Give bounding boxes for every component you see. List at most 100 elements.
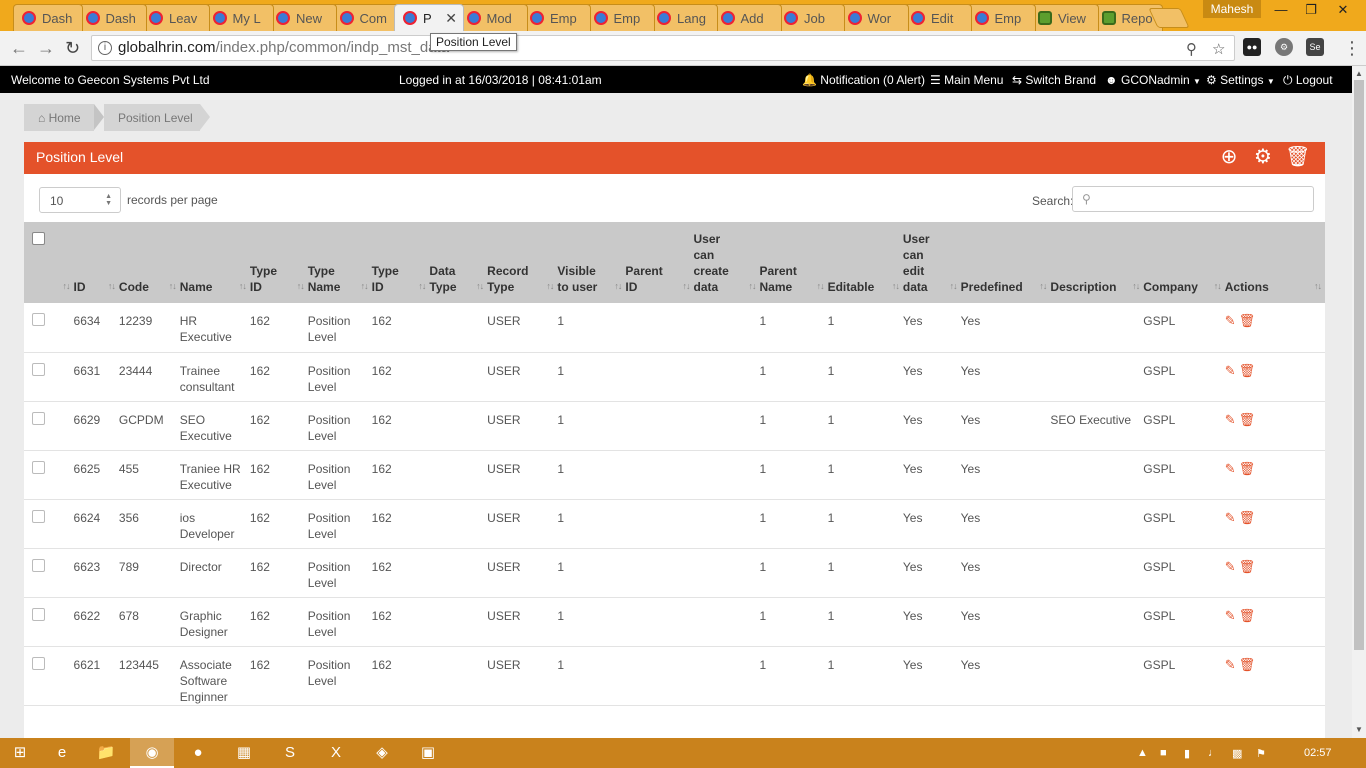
window-app-icon[interactable]: ▣ — [406, 738, 450, 768]
browser-tab[interactable]: Dash — [13, 4, 83, 31]
column-header[interactable]: Description ↑↓ — [1050, 222, 1143, 303]
sort-icon[interactable]: ↑↓ — [817, 278, 825, 294]
delete-icon[interactable]: 🗑 — [1239, 461, 1256, 477]
scroll-down-icon[interactable]: ▼ — [1355, 725, 1363, 734]
breadcrumb-home[interactable]: ⌂ Home — [24, 104, 94, 131]
zoom-icon[interactable]: ⚲ — [1186, 40, 1197, 58]
taskbar-clock[interactable]: 02:57 — [1304, 747, 1332, 759]
records-per-page-select[interactable]: 10 ▲ ▼ — [39, 187, 121, 213]
column-header[interactable]: Actions ↑↓ — [1225, 222, 1325, 303]
sort-icon[interactable]: ↑↓ — [108, 278, 116, 294]
sort-icon[interactable]: ↑↓ — [749, 278, 757, 294]
column-header[interactable]: User can create data ↑↓ — [693, 222, 759, 303]
column-header[interactable]: Data Type ↑↓ — [429, 222, 487, 303]
column-header[interactable]: Code ↑↓ — [119, 222, 180, 303]
browser-tab[interactable]: P ✕ — [394, 4, 464, 31]
column-header[interactable]: Type ID ↑↓ — [250, 222, 308, 303]
row-checkbox[interactable] — [32, 411, 45, 425]
maximize-icon[interactable]: ❐ — [1296, 0, 1326, 20]
sort-icon[interactable]: ↑↓ — [63, 278, 71, 294]
column-header[interactable]: Type Name ↑↓ — [308, 222, 372, 303]
column-header[interactable]: Parent ID ↑↓ — [625, 222, 693, 303]
delete-icon[interactable]: 🗑 — [1239, 313, 1256, 329]
add-record-icon[interactable]: ⊕ — [1218, 146, 1240, 168]
sort-icon[interactable]: ↑↓ — [1039, 278, 1047, 294]
chrome-icon[interactable]: ◉ — [130, 738, 174, 768]
delete-icon[interactable]: 🗑 — [1239, 608, 1256, 624]
firefox-icon[interactable]: ● — [176, 738, 220, 768]
row-checkbox[interactable] — [32, 558, 45, 572]
column-header[interactable]: User can edit data ↑↓ — [903, 222, 961, 303]
browser-tab[interactable]: Wor — [838, 4, 909, 31]
sort-icon[interactable]: ↑↓ — [892, 278, 900, 294]
site-info-icon[interactable]: i — [98, 41, 112, 55]
close-tab-icon[interactable]: ✕ — [445, 10, 457, 27]
address-bar[interactable]: i globalhrin.com/index.php/common/indp_m… — [91, 35, 1235, 61]
column-header[interactable]: Name ↑↓ — [180, 222, 250, 303]
edit-icon[interactable]: ✎ — [1225, 657, 1236, 673]
column-header[interactable]: ID ↑↓ — [74, 222, 119, 303]
sort-icon[interactable]: ↑↓ — [950, 278, 958, 294]
notification-link[interactable]: 🔔 Notification (0 Alert) — [802, 73, 925, 87]
sort-icon[interactable]: ↑↓ — [418, 278, 426, 294]
row-checkbox[interactable] — [32, 362, 45, 376]
delete-icon[interactable]: 🗑 — [1239, 657, 1256, 673]
browser-tab[interactable]: My L — [203, 4, 274, 31]
browser-tab[interactable]: Mod — [457, 4, 528, 31]
browser-tab[interactable]: Emp — [584, 4, 655, 31]
battery-icon[interactable]: ▮ — [1184, 747, 1190, 760]
edit-icon[interactable]: ✎ — [1225, 461, 1236, 477]
scroll-up-icon[interactable]: ▲ — [1355, 69, 1363, 78]
tray-expand-icon[interactable]: ▲ — [1137, 747, 1148, 759]
browser-tab[interactable]: Edit — [902, 4, 972, 31]
sort-icon[interactable]: ↑↓ — [239, 278, 247, 294]
user-menu[interactable]: ☻ GCONadmin ▼ — [1105, 73, 1201, 87]
file-explorer-icon[interactable]: 📁 — [84, 738, 128, 768]
browser-tab[interactable]: New — [267, 4, 337, 31]
switch-brand-link[interactable]: ⇆ Switch Brand — [1012, 73, 1096, 87]
extension-selenium-icon[interactable]: Se — [1306, 38, 1324, 56]
column-header[interactable]: Editable ↑↓ — [828, 222, 903, 303]
browser-tab[interactable]: Leav — [140, 4, 210, 31]
search-input[interactable]: ⚲ — [1072, 186, 1314, 212]
edit-icon[interactable]: ✎ — [1225, 313, 1236, 329]
column-header[interactable]: Parent Name ↑↓ — [760, 222, 828, 303]
column-header[interactable]: Record Type ↑↓ — [487, 222, 557, 303]
column-header[interactable]: Visible to user ↑↓ — [557, 222, 625, 303]
main-menu-link[interactable]: ☰ Main Menu — [930, 73, 1003, 87]
settings-menu[interactable]: ⚙ Settings ▼ — [1206, 73, 1275, 87]
edit-icon[interactable]: ✎ — [1225, 559, 1236, 575]
row-checkbox[interactable] — [32, 509, 45, 523]
edit-icon[interactable]: ✎ — [1225, 608, 1236, 624]
settings-gear-icon[interactable]: ⚙ — [1252, 146, 1274, 168]
row-checkbox[interactable] — [32, 313, 45, 326]
reload-icon[interactable]: ↻ — [65, 38, 80, 59]
browser-tab[interactable]: Com — [330, 4, 401, 31]
sort-icon[interactable]: ↑↓ — [546, 278, 554, 294]
browser-tab[interactable]: Dash — [76, 4, 147, 31]
profile-chip[interactable]: Mahesh — [1203, 0, 1261, 18]
windows-start-icon[interactable]: ⊞ — [0, 738, 40, 768]
browser-tab[interactable]: Emp — [521, 4, 591, 31]
spreadsheet-app-icon[interactable]: ▦ — [222, 738, 266, 768]
delete-icon[interactable]: 🗑 — [1239, 559, 1256, 575]
internet-explorer-icon[interactable]: e — [40, 738, 84, 768]
volume-icon[interactable]: ♩ — [1208, 747, 1219, 759]
sort-icon[interactable]: ↑↓ — [1132, 278, 1140, 294]
extension-gear-icon[interactable]: ⚙ — [1275, 38, 1293, 56]
delete-icon[interactable]: 🗑 — [1239, 363, 1256, 379]
edit-icon[interactable]: ✎ — [1225, 412, 1236, 428]
bookmark-star-icon[interactable]: ☆ — [1212, 40, 1225, 58]
sort-icon[interactable]: ↑↓ — [614, 278, 622, 294]
sort-icon[interactable]: ↑↓ — [297, 278, 305, 294]
logout-link[interactable]: ⏻ Logout — [1283, 73, 1333, 88]
sort-icon[interactable]: ↑↓ — [1314, 278, 1322, 294]
column-header[interactable]: Type ID ↑↓ — [372, 222, 430, 303]
browser-tab[interactable]: Job — [775, 4, 845, 31]
sort-icon[interactable]: ↑↓ — [682, 278, 690, 294]
edit-icon[interactable]: ✎ — [1225, 363, 1236, 379]
edit-icon[interactable]: ✎ — [1225, 510, 1236, 526]
row-checkbox[interactable] — [32, 460, 45, 474]
column-header[interactable]: Company ↑↓ — [1143, 222, 1225, 303]
excel-icon[interactable]: X — [314, 738, 358, 768]
